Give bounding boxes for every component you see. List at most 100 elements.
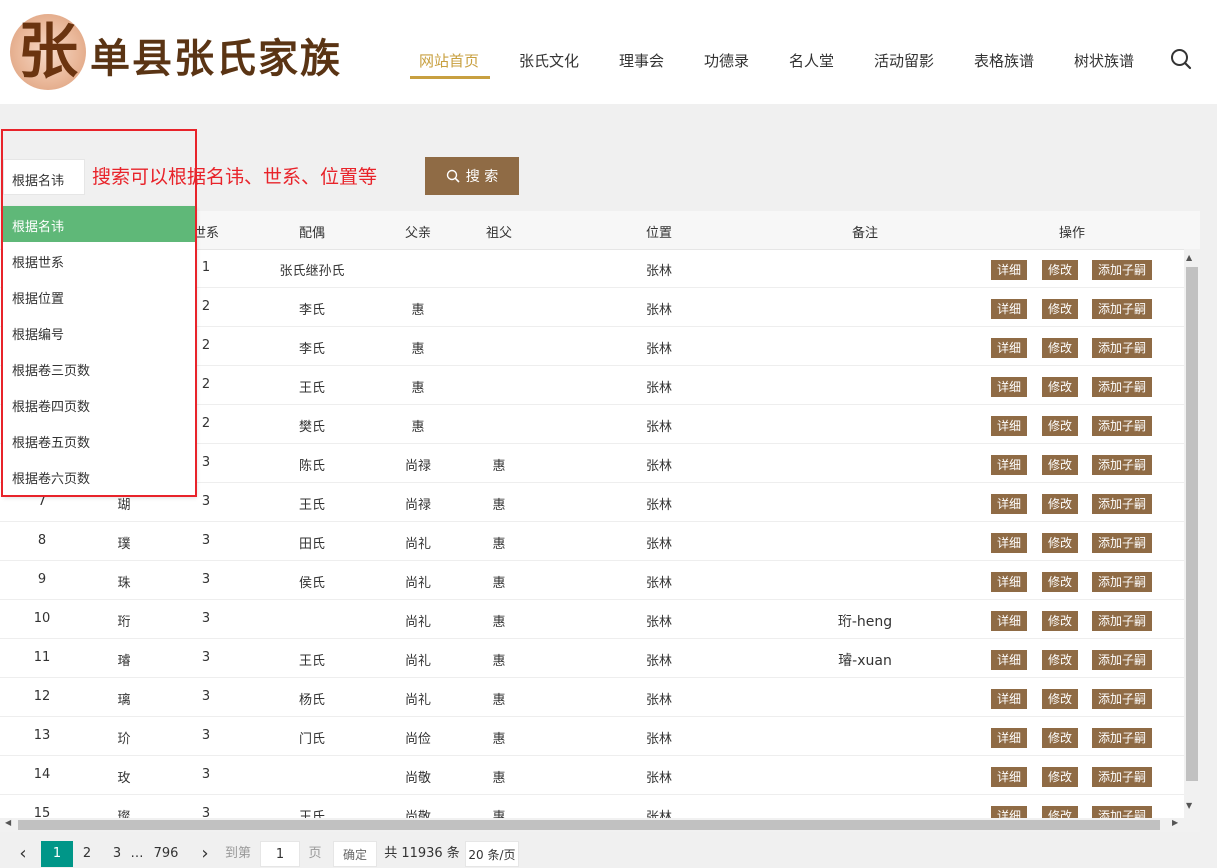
add-child-button[interactable]: 添加子嗣 xyxy=(1092,455,1152,475)
edit-button[interactable]: 修改 xyxy=(1042,650,1078,670)
detail-button[interactable]: 详细 xyxy=(991,455,1027,475)
edit-button[interactable]: 修改 xyxy=(1042,299,1078,319)
add-child-button[interactable]: 添加子嗣 xyxy=(1092,494,1152,514)
edit-button[interactable]: 修改 xyxy=(1042,611,1078,631)
add-child-button[interactable]: 添加子嗣 xyxy=(1092,728,1152,748)
cell-generation: 3 xyxy=(201,767,211,782)
cell-grandfather: 惠 xyxy=(492,810,506,818)
table-row: 11 璿 3 王氏 尚礼 惠 张林 璿-xuan 详细 修改 添加子嗣 xyxy=(0,639,1184,678)
add-child-button[interactable]: 添加子嗣 xyxy=(1092,767,1152,787)
nav-home[interactable]: 网站首页 xyxy=(419,50,479,71)
edit-button[interactable]: 修改 xyxy=(1042,572,1078,592)
scroll-right-arrow[interactable]: ▶ xyxy=(1172,818,1178,827)
nav-photos[interactable]: 活动留影 xyxy=(874,50,934,71)
cell-generation: 3 xyxy=(201,572,211,587)
add-child-button[interactable]: 添加子嗣 xyxy=(1092,806,1152,818)
detail-button[interactable]: 详细 xyxy=(991,767,1027,787)
cell-number: 12 xyxy=(33,689,51,704)
pager-goto-input[interactable]: 1 xyxy=(260,841,300,867)
add-child-button[interactable]: 添加子嗣 xyxy=(1092,611,1152,631)
detail-button[interactable]: 详细 xyxy=(991,611,1027,631)
search-button[interactable]: 搜 索 xyxy=(425,157,519,195)
edit-button[interactable]: 修改 xyxy=(1042,767,1078,787)
cell-grandfather: 惠 xyxy=(492,732,506,747)
pager-page-1[interactable]: 1 xyxy=(41,841,73,867)
add-child-button[interactable]: 添加子嗣 xyxy=(1092,689,1152,709)
cell-generation: 1 xyxy=(201,260,211,275)
pager-next-button[interactable]: › xyxy=(194,841,216,867)
pager-last-page[interactable]: 796 xyxy=(150,841,182,867)
add-child-button[interactable]: 添加子嗣 xyxy=(1092,416,1152,436)
pager-prev-button[interactable]: ‹ xyxy=(12,841,34,867)
detail-button[interactable]: 详细 xyxy=(991,377,1027,397)
nav-active-indicator xyxy=(410,76,490,79)
detail-button[interactable]: 详细 xyxy=(991,494,1027,514)
edit-button[interactable]: 修改 xyxy=(1042,728,1078,748)
cell-number: 15 xyxy=(33,806,51,818)
cell-spouse: 杨氏 xyxy=(298,693,326,708)
cell-generation: 2 xyxy=(201,416,211,431)
nav-tree-genealogy[interactable]: 树状族谱 xyxy=(1074,50,1134,71)
logo-emblem[interactable]: 张 xyxy=(10,14,86,90)
detail-button[interactable]: 详细 xyxy=(991,299,1027,319)
detail-button[interactable]: 详细 xyxy=(991,689,1027,709)
cell-spouse: 田氏 xyxy=(298,537,326,552)
pager-per-page-select[interactable]: 20 条/页 xyxy=(465,841,519,867)
cell-father: 惠 xyxy=(411,303,425,318)
cell-generation: 3 xyxy=(201,533,211,548)
edit-button[interactable]: 修改 xyxy=(1042,338,1078,358)
cell-grandfather: 惠 xyxy=(492,771,506,786)
cell-father: 尚礼 xyxy=(404,615,432,630)
add-child-button[interactable]: 添加子嗣 xyxy=(1092,338,1152,358)
cell-number: 14 xyxy=(33,767,51,782)
cell-generation: 2 xyxy=(201,377,211,392)
detail-button[interactable]: 详细 xyxy=(991,650,1027,670)
pager-page-2[interactable]: 2 xyxy=(77,841,97,867)
add-child-button[interactable]: 添加子嗣 xyxy=(1092,260,1152,280)
detail-button[interactable]: 详细 xyxy=(991,533,1027,553)
search-icon[interactable] xyxy=(1170,48,1192,70)
detail-button[interactable]: 详细 xyxy=(991,728,1027,748)
detail-button[interactable]: 详细 xyxy=(991,572,1027,592)
table-row: 8 璞 3 田氏 尚礼 惠 张林 详细 修改 添加子嗣 xyxy=(0,522,1184,561)
pager-page-3[interactable]: 3 xyxy=(107,841,127,867)
cell-location: 张林 xyxy=(645,810,673,818)
nav-celebrities[interactable]: 名人堂 xyxy=(789,50,834,71)
nav-table-genealogy[interactable]: 表格族谱 xyxy=(974,50,1034,71)
edit-button[interactable]: 修改 xyxy=(1042,416,1078,436)
detail-button[interactable]: 详细 xyxy=(991,260,1027,280)
detail-button[interactable]: 详细 xyxy=(991,338,1027,358)
cell-father: 尚礼 xyxy=(404,537,432,552)
add-child-button[interactable]: 添加子嗣 xyxy=(1092,377,1152,397)
scroll-up-arrow[interactable]: ▲ xyxy=(1186,253,1192,262)
scroll-left-arrow[interactable]: ◀ xyxy=(5,818,11,827)
scroll-down-arrow[interactable]: ▼ xyxy=(1186,801,1192,810)
pager-ellipsis: … xyxy=(130,846,144,861)
edit-button[interactable]: 修改 xyxy=(1042,377,1078,397)
cell-spouse: 王氏 xyxy=(298,498,326,513)
edit-button[interactable]: 修改 xyxy=(1042,806,1078,818)
nav-culture[interactable]: 张氏文化 xyxy=(519,50,579,71)
vertical-scroll-thumb[interactable] xyxy=(1186,267,1198,781)
cell-number: 11 xyxy=(33,650,51,665)
detail-button[interactable]: 详细 xyxy=(991,416,1027,436)
nav-council[interactable]: 理事会 xyxy=(619,50,664,71)
pager-confirm-button[interactable]: 确定 xyxy=(333,841,377,867)
edit-button[interactable]: 修改 xyxy=(1042,494,1078,514)
add-child-button[interactable]: 添加子嗣 xyxy=(1092,533,1152,553)
edit-button[interactable]: 修改 xyxy=(1042,689,1078,709)
horizontal-scroll-thumb[interactable] xyxy=(18,820,1160,830)
detail-button[interactable]: 详细 xyxy=(991,806,1027,818)
add-child-button[interactable]: 添加子嗣 xyxy=(1092,572,1152,592)
edit-button[interactable]: 修改 xyxy=(1042,260,1078,280)
add-child-button[interactable]: 添加子嗣 xyxy=(1092,650,1152,670)
site-title[interactable]: 单县张氏家族 xyxy=(90,26,342,84)
cell-location: 张林 xyxy=(645,654,673,669)
pager-page-unit: 页 xyxy=(308,846,322,861)
cell-grandfather: 惠 xyxy=(492,537,506,552)
nav-merit[interactable]: 功德录 xyxy=(704,50,749,71)
table-row: 13 玠 3 门氏 尚俭 惠 张林 详细 修改 添加子嗣 xyxy=(0,717,1184,756)
add-child-button[interactable]: 添加子嗣 xyxy=(1092,299,1152,319)
edit-button[interactable]: 修改 xyxy=(1042,455,1078,475)
edit-button[interactable]: 修改 xyxy=(1042,533,1078,553)
